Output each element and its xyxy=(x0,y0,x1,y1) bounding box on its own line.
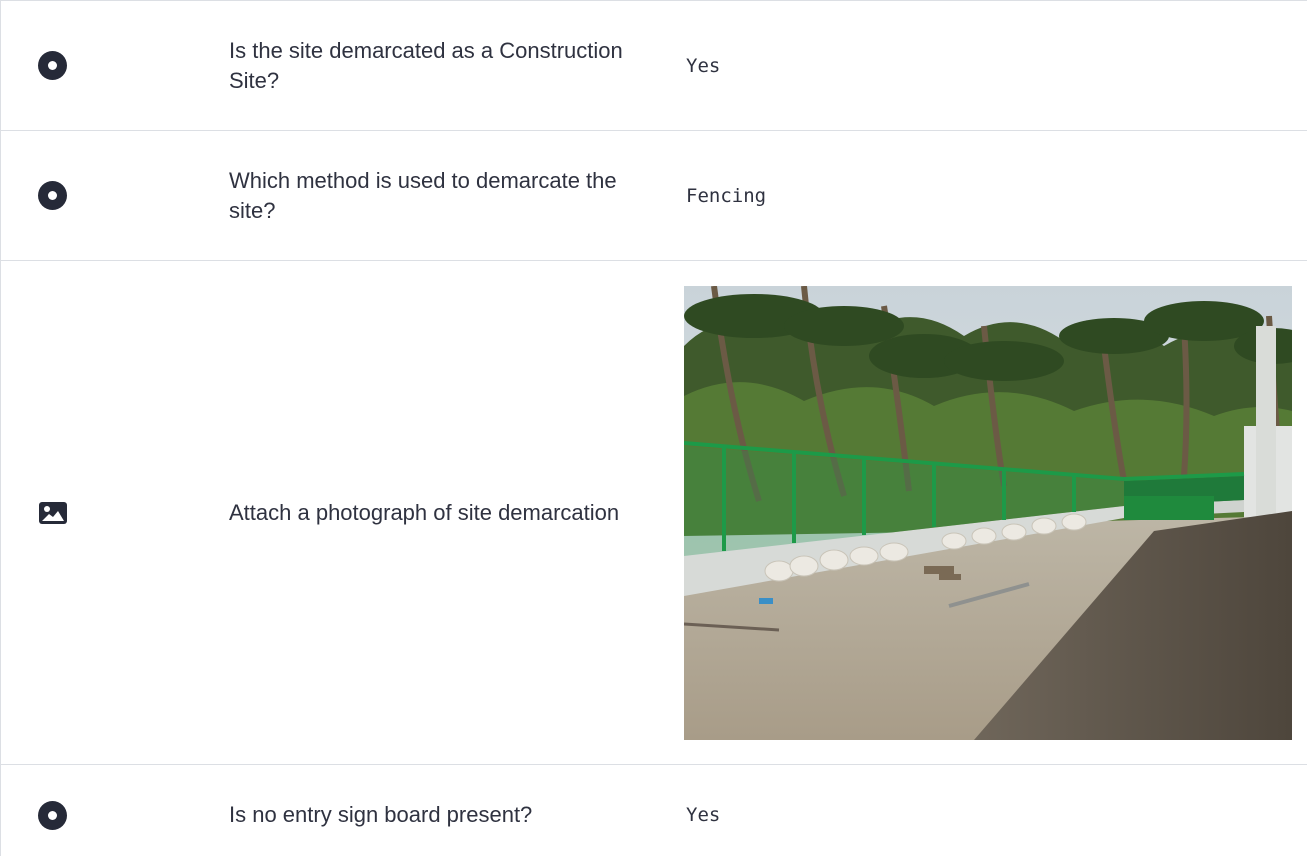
table-row: Attach a photograph of site demarcation xyxy=(0,261,1307,765)
icon-cell xyxy=(1,51,229,80)
radio-icon xyxy=(38,181,67,210)
photo-cell xyxy=(684,285,1307,740)
icon-cell xyxy=(1,181,229,210)
survey-response-table: Is the site demarcated as a Construction… xyxy=(0,0,1307,856)
image-icon xyxy=(38,501,68,525)
answer-text: Yes xyxy=(686,54,721,77)
question-text: Which method is used to demarcate the si… xyxy=(229,167,617,223)
answer-text: Fencing xyxy=(686,184,767,207)
icon-cell xyxy=(1,501,229,525)
question-text: Attach a photograph of site demarcation xyxy=(229,499,620,525)
table-row: Is the site demarcated as a Construction… xyxy=(0,1,1307,131)
table-row: Is no entry sign board present? Yes xyxy=(0,765,1307,856)
site-demarcation-photo[interactable] xyxy=(684,285,1292,740)
radio-icon xyxy=(38,800,67,830)
question-text: Is the site demarcated as a Construction… xyxy=(229,37,623,93)
question-text: Is no entry sign board present? xyxy=(229,802,533,827)
table-row: Which method is used to demarcate the si… xyxy=(0,131,1307,261)
answer-text: Yes xyxy=(686,804,721,826)
icon-cell xyxy=(1,800,229,830)
radio-icon xyxy=(38,51,67,80)
